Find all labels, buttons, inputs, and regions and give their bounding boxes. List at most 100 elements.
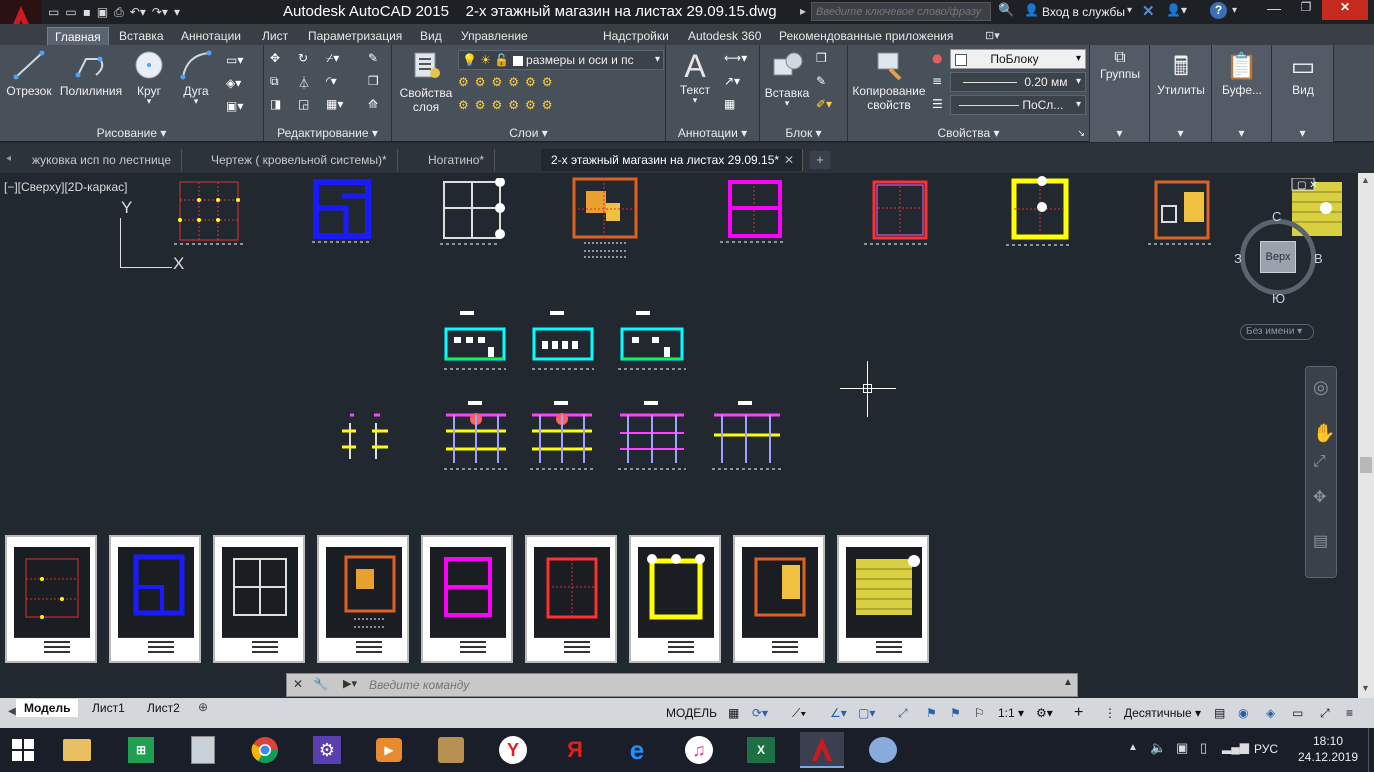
layer-dropdown[interactable]: 💡 ☀ 🔓 размеры и оси и пс ▾ [458,50,664,70]
command-input[interactable] [369,676,1049,694]
model-space-button[interactable]: МОДЕЛЬ [666,702,717,724]
signin-button[interactable]: Вход в службы [1042,5,1125,19]
clipboard-expand-icon[interactable]: ▾ [1212,126,1271,140]
tab-insert[interactable]: Вставка [112,27,171,45]
annotation-scale-dropdown[interactable]: 1:1 ▾ [998,702,1024,724]
search-expand-icon[interactable]: ▸ [800,4,806,18]
layer-properties-button[interactable]: Свойства слоя [398,49,454,114]
volume-icon[interactable]: 🔈 [1150,740,1166,756]
leader-icon[interactable]: ↗▾ [724,74,740,88]
tab-layout[interactable]: Лист [255,27,295,45]
hardware-accel-icon[interactable]: ▭ [1292,702,1303,724]
polyline-button[interactable]: Полилиния [56,49,126,98]
otrack-icon[interactable]: ⤢ [898,702,908,724]
command-history-icon[interactable]: ▲ [1063,677,1073,688]
linetype-dropdown[interactable]: ПоСл... ▾ [950,95,1086,115]
mirror-icon[interactable]: ⏃ [298,74,310,91]
language-indicator[interactable]: РУС [1254,742,1278,756]
taskbar-settings[interactable]: ⚙ [308,732,346,768]
new-file-icon[interactable]: ▭ [48,5,59,19]
tab-manage[interactable]: Управление [454,27,535,45]
viewcube-west[interactable]: З [1234,251,1242,266]
doc-tab-nogatino[interactable]: Ногатино* [418,149,496,171]
signal-icon[interactable]: ▂▄▆ [1222,740,1249,754]
copy-icon[interactable]: ⧉ [270,74,279,89]
erase-icon[interactable]: ✎ [368,51,378,65]
clean-screen-icon[interactable]: ⤢ [1320,702,1330,724]
taskbar-archive[interactable] [432,732,470,768]
zoom-extents-icon[interactable]: ⤢ [1313,453,1326,471]
taskbar-itunes[interactable]: ♫ [680,732,718,768]
rotate-icon[interactable]: ↻ [298,51,308,65]
annotation-autoscale-icon[interactable]: ⚑ [950,702,961,724]
save-as-icon[interactable]: ▣ [97,5,108,19]
view-expand-icon[interactable]: ▾ [1272,126,1333,140]
pan-icon[interactable]: ✋ [1313,423,1335,444]
tab-featured-apps[interactable]: Рекомендованные приложения [772,27,960,45]
attribute-icon[interactable]: ✐▾ [816,97,832,111]
taskbar-autocad[interactable] [800,732,844,768]
viewcube-north[interactable]: С [1272,209,1281,224]
scroll-thumb[interactable] [1360,457,1372,473]
ortho-icon[interactable]: ⟋▾ [792,702,806,724]
taskbar-chrome[interactable] [246,732,284,768]
signin-dropdown-icon[interactable]: ▾ [1127,5,1132,16]
trim-icon[interactable]: ⌿▾ [326,51,339,66]
block-panel-title[interactable]: Блок ▾ [760,126,847,140]
orbit-icon[interactable]: ✥ [1313,487,1326,507]
create-block-icon[interactable]: ❐ [816,51,827,65]
print-icon[interactable]: ⎙ [114,5,124,20]
circle-dropdown-icon[interactable]: ▾ [128,96,170,107]
text-dropdown-icon[interactable]: ▾ [672,95,718,106]
insert-block-button[interactable]: Вставка ▾ [762,49,812,109]
quick-properties-icon[interactable]: ▤ [1214,702,1225,724]
move-icon[interactable]: ✥ [270,51,280,65]
table-icon[interactable]: ▦ [724,97,735,111]
stretch-icon[interactable]: ◨ [270,97,281,111]
boundary-icon[interactable]: ▣▾ [226,99,243,113]
grid-icon[interactable]: ▦ [728,702,739,724]
showmotion-icon[interactable]: ▤ [1313,531,1328,551]
scale-icon[interactable]: ◲ [298,97,309,111]
show-desktop-button[interactable] [1368,728,1374,772]
open-file-icon[interactable]: ▭ [65,5,76,19]
vertical-scrollbar[interactable]: ▲ ▼ [1358,173,1374,698]
drawing-viewport[interactable]: [−][Сверху][2D-каркас] Y X ▢ ✕ Верх С Ю … [0,173,1358,698]
groups-expand-icon[interactable]: ▾ [1090,126,1149,140]
view-button[interactable]: ▭ Вид [1274,49,1332,97]
tray-overflow-icon[interactable]: ▲ [1128,742,1138,753]
rectangle-icon[interactable]: ▭▾ [226,53,243,67]
layout-tab-model[interactable]: Модель [16,699,79,717]
taskbar-store[interactable]: ⊞ [122,732,160,768]
arc-button[interactable]: Дуга ▾ [174,49,218,107]
ribbon-minimize-icon[interactable]: ⊡▾ [985,29,1000,42]
dimension-icon[interactable]: ⟷▾ [724,51,747,65]
tab-scroll-left-icon[interactable]: ◂ [6,153,11,164]
steering-wheel-icon[interactable]: ◎ [1313,377,1329,398]
offset-icon[interactable]: ⟰ [368,97,378,111]
tab-annotate[interactable]: Аннотации [174,27,248,45]
save-icon[interactable]: ▪ [83,5,91,19]
array-icon[interactable]: ▦▾ [326,97,343,111]
arc-dropdown-icon[interactable]: ▾ [174,96,218,107]
groups-button[interactable]: ⧉ Группы [1092,49,1148,81]
taskbar-ie[interactable]: e [618,732,656,768]
units-dropdown[interactable]: Десятичные ▾ [1124,702,1201,724]
viewcube[interactable]: Верх С Ю З В [1234,209,1323,306]
properties-panel-title[interactable]: Свойства ▾ [848,126,1089,140]
taskbar-yandex[interactable]: Я [556,732,594,768]
polar-icon[interactable]: ∠▾ [830,702,847,724]
taskbar-excel[interactable]: X [742,732,780,768]
utilities-expand-icon[interactable]: ▾ [1150,126,1211,140]
fillet-icon[interactable]: ◜▾ [326,74,337,88]
clipboard-button[interactable]: 📋 Буфе... [1214,49,1270,97]
undo-icon[interactable]: ↶▾ [130,5,146,19]
clock[interactable]: 18:10 24.12.2019 [1296,733,1360,765]
scroll-up-icon[interactable]: ▲ [1361,175,1370,185]
lock-ui-icon[interactable]: ◉ [1238,702,1248,724]
annotation-visibility-icon[interactable]: ⚑ [926,702,937,724]
color-dropdown[interactable]: ПоБлоку ▾ [950,49,1086,69]
layers-panel-title[interactable]: Слои ▾ [392,126,665,140]
snap-mode-icon[interactable]: ⟳▾ [752,702,768,724]
search-icon[interactable]: 🔍 [998,2,1014,18]
